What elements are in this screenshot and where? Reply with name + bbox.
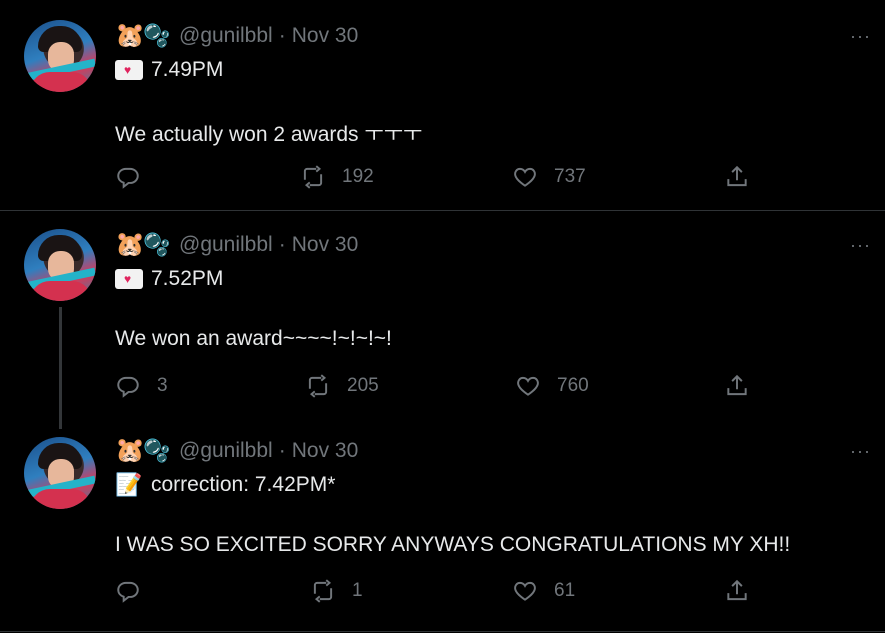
user-handle[interactable]: @gunilbbl (179, 439, 273, 463)
retweet-icon (313, 579, 333, 603)
reply-icon (117, 581, 139, 603)
share-icon (727, 165, 747, 187)
retweet-count: 1 (352, 580, 363, 601)
tweet-1[interactable]: 🐹 🫧 @gunilbbl · Nov 30 ··· ♥ 7.49PM We a… (0, 0, 885, 210)
like-count: 737 (554, 166, 586, 187)
user-handle[interactable]: @gunilbbl (179, 24, 273, 48)
heart-icon (517, 376, 539, 396)
share-button[interactable] (724, 164, 750, 190)
more-options-icon[interactable]: ··· (850, 26, 871, 47)
heart-icon (514, 581, 536, 601)
like-button[interactable]: 760 (515, 373, 589, 399)
share-icon (727, 579, 747, 601)
tweet-date[interactable]: Nov 30 (292, 439, 359, 463)
tweet-divider (0, 631, 885, 632)
reply-button[interactable]: 3 (115, 373, 168, 399)
tweet-first-line: ♥ 7.49PM (115, 56, 223, 84)
memo-icon: 📝 (115, 472, 143, 497)
bubbles-icon: 🫧 (143, 232, 171, 257)
tweet-header: 🐹 🫧 @gunilbbl · Nov 30 (115, 232, 358, 258)
avatar[interactable] (24, 437, 96, 509)
avatar[interactable] (24, 20, 96, 92)
tweet-feed: 🐹 🫧 @gunilbbl · Nov 30 ··· ♥ 7.49PM We a… (0, 0, 885, 633)
tweet-time-text: 7.49PM (151, 58, 224, 81)
retweet-icon (308, 374, 328, 398)
tweet-time-text: 7.52PM (151, 267, 224, 290)
like-button[interactable]: 61 (512, 578, 575, 604)
heart-icon (514, 167, 536, 187)
tweet-actions: 1 61 (115, 578, 855, 606)
tweet-actions: 3 205 760 (115, 373, 855, 401)
separator: · (278, 439, 286, 462)
reply-icon (117, 167, 139, 189)
tweet-correction-text: correction: 7.42PM* (151, 473, 336, 496)
reply-button[interactable] (115, 164, 157, 190)
separator: · (278, 233, 286, 256)
tweet-3[interactable]: 🐹 🫧 @gunilbbl · Nov 30 ··· 📝 correction:… (0, 421, 885, 633)
user-handle[interactable]: @gunilbbl (179, 233, 273, 257)
like-count: 61 (554, 580, 576, 601)
hamster-icon: 🐹 (115, 437, 145, 464)
heart-glyph: ♥ (124, 63, 132, 77)
thread-connector-line (59, 307, 62, 429)
tweet-first-line: 📝 correction: 7.42PM* (115, 471, 335, 499)
love-letter-icon: ♥ (115, 269, 143, 289)
tweet-first-line: ♥ 7.52PM (115, 265, 223, 293)
heart-glyph: ♥ (124, 272, 132, 286)
separator: · (278, 24, 286, 47)
like-count: 760 (557, 375, 589, 396)
bubbles-icon: 🫧 (143, 23, 171, 48)
like-button[interactable]: 737 (512, 164, 586, 190)
avatar[interactable] (24, 229, 96, 301)
reply-icon (117, 376, 139, 398)
tweet-header: 🐹 🫧 @gunilbbl · Nov 30 (115, 23, 358, 49)
tweet-body: I WAS SO EXCITED SORRY ANYWAYS CONGRATUL… (115, 533, 791, 556)
love-letter-icon: ♥ (115, 60, 143, 80)
bubbles-icon: 🫧 (143, 438, 171, 463)
more-options-icon[interactable]: ··· (850, 441, 871, 462)
hamster-icon: 🐹 (115, 22, 145, 49)
tweet-actions: 192 737 (115, 164, 855, 192)
retweet-icon (303, 165, 323, 189)
tweet-2[interactable]: 🐹 🫧 @gunilbbl · Nov 30 ··· ♥ 7.52PM We w… (0, 211, 885, 429)
retweet-count: 205 (347, 375, 379, 396)
share-button[interactable] (724, 373, 750, 399)
hamster-icon: 🐹 (115, 231, 145, 258)
share-button[interactable] (724, 578, 750, 604)
retweet-button[interactable]: 192 (300, 164, 374, 190)
retweet-button[interactable]: 1 (310, 578, 363, 604)
tweet-date[interactable]: Nov 30 (292, 233, 359, 257)
share-icon (727, 374, 747, 396)
retweet-count: 192 (342, 166, 374, 187)
tweet-header: 🐹 🫧 @gunilbbl · Nov 30 (115, 438, 358, 464)
tweet-date[interactable]: Nov 30 (292, 24, 359, 48)
tweet-body: We won an award~~~~!~!~!~! (115, 327, 392, 350)
tweet-body: We actually won 2 awards ㅜㅜㅜ (115, 123, 423, 146)
retweet-button[interactable]: 205 (305, 373, 379, 399)
reply-button[interactable] (115, 578, 157, 604)
more-options-icon[interactable]: ··· (850, 235, 871, 256)
reply-count: 3 (157, 375, 168, 396)
